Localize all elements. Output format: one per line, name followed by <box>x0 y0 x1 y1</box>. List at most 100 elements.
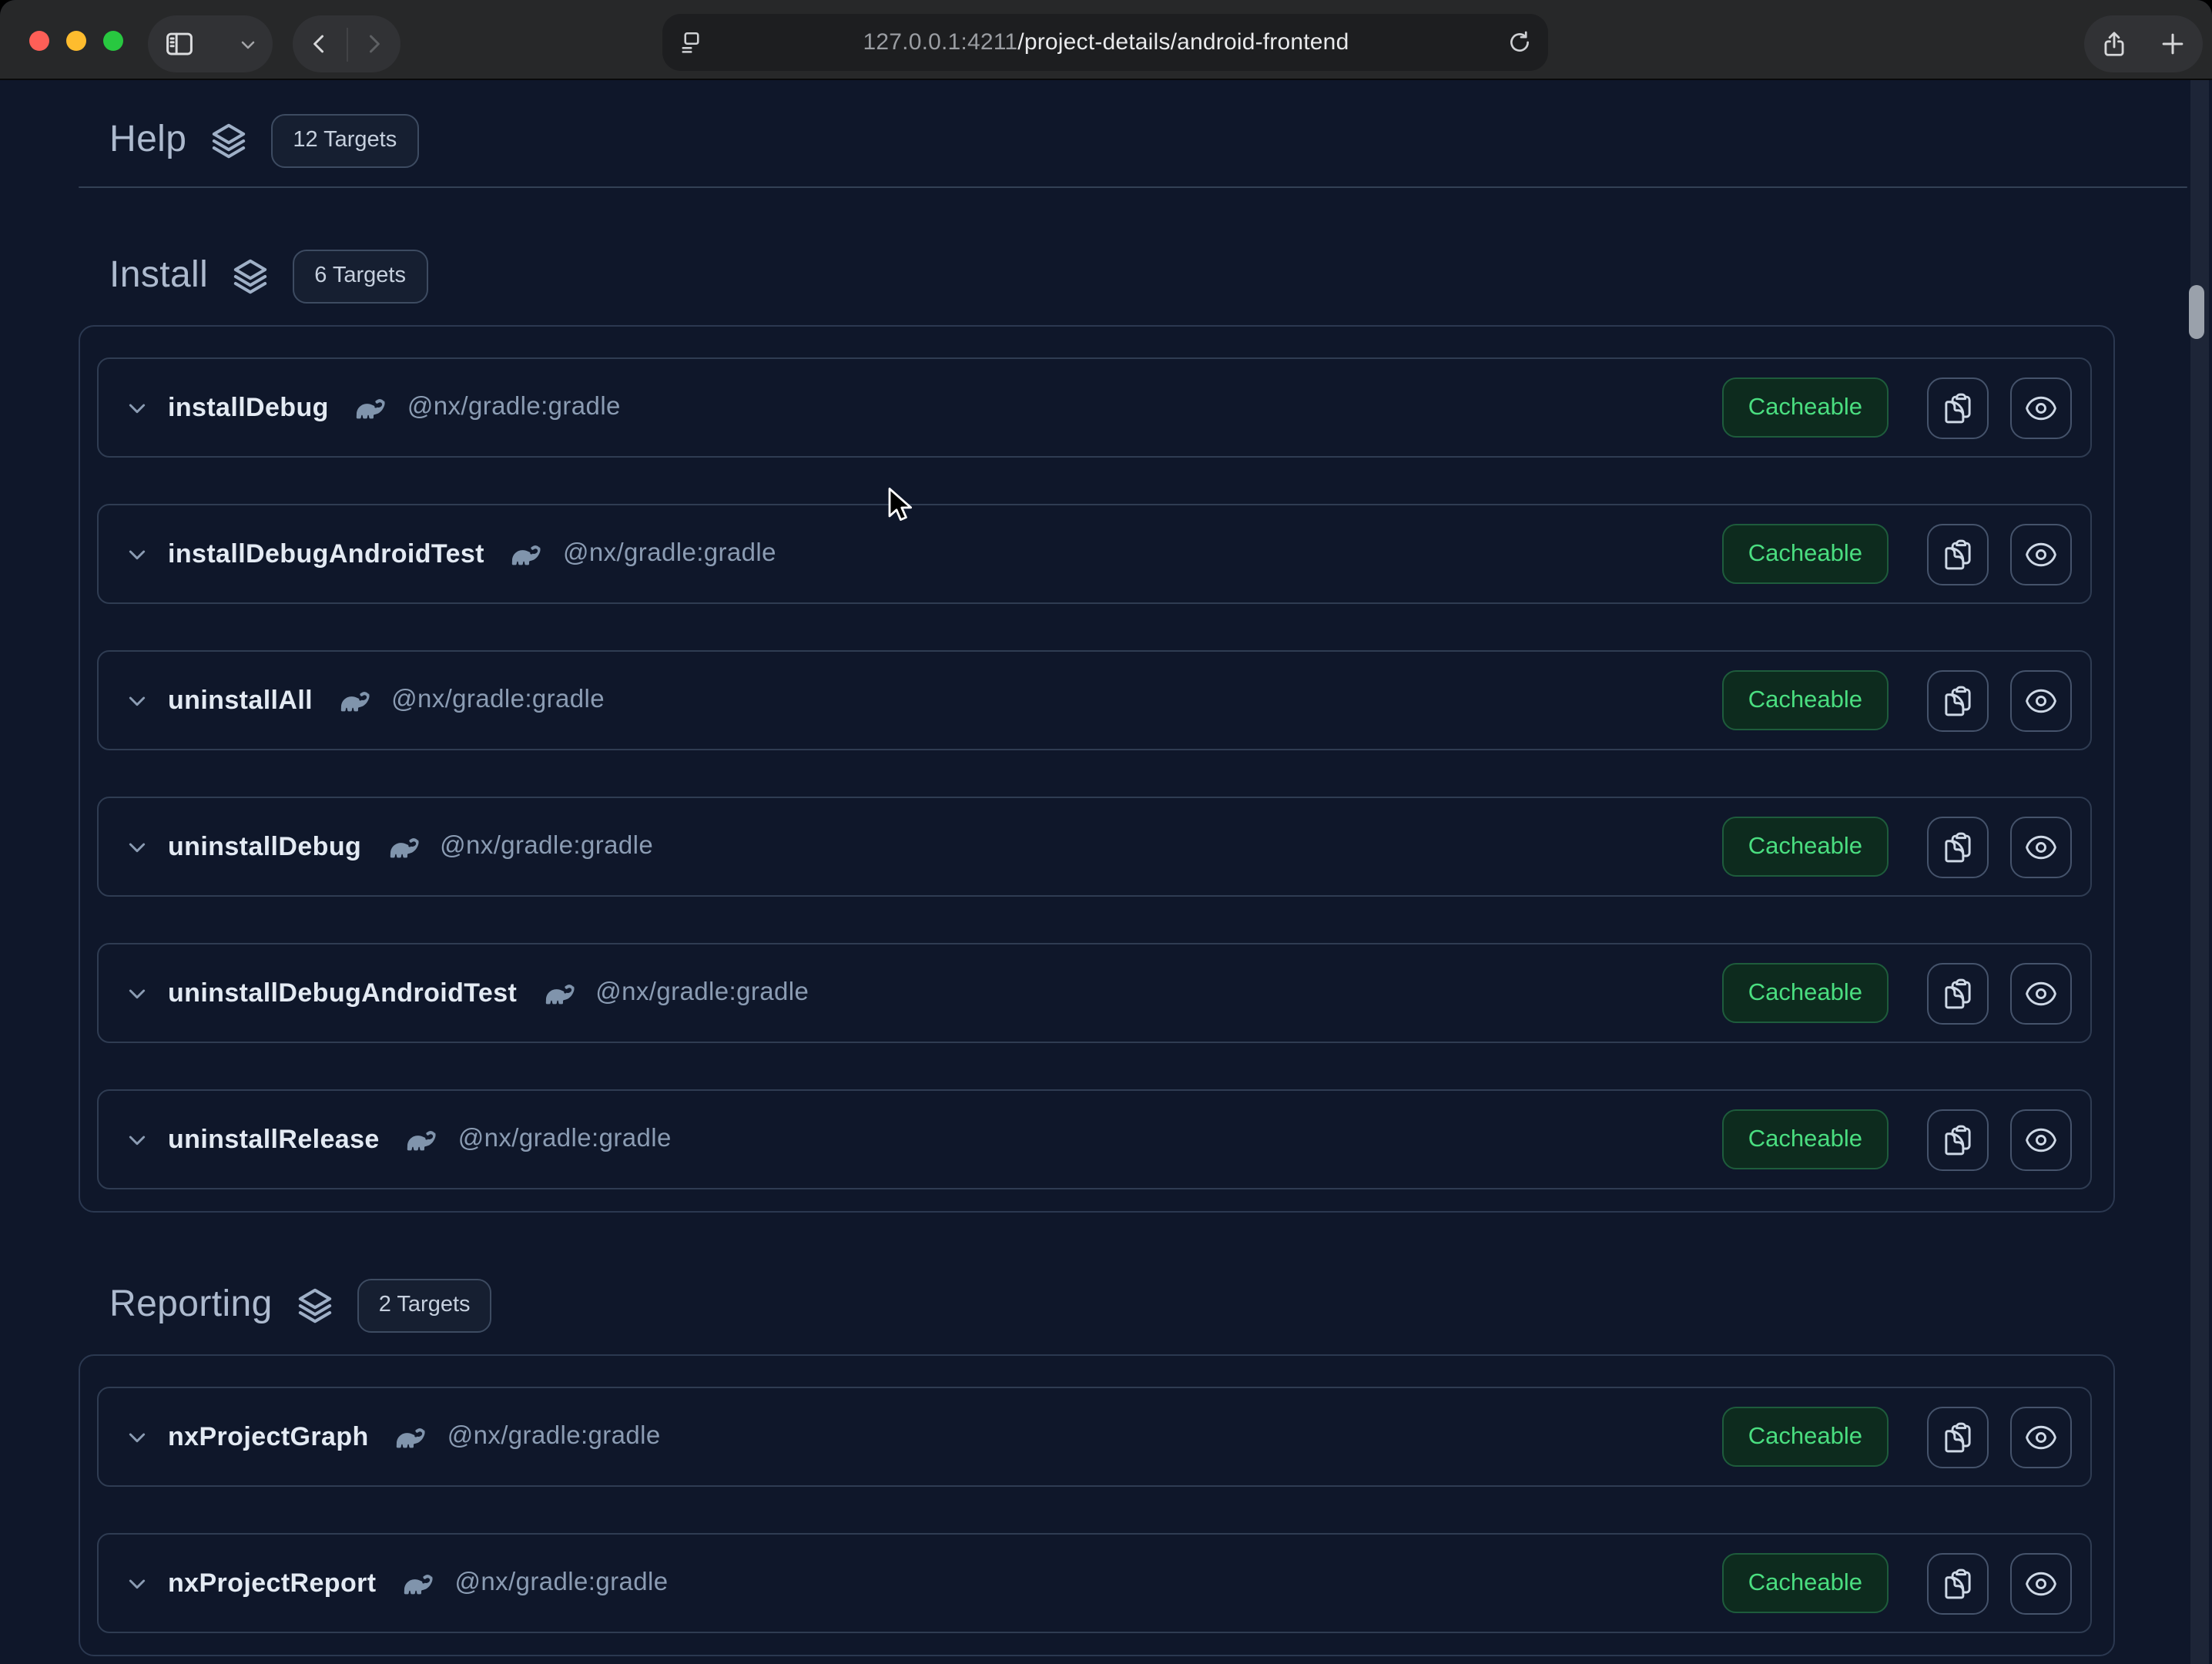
eye-icon <box>2024 830 2058 864</box>
copy-target-button[interactable] <box>1927 1109 1989 1170</box>
clipboard-copy-icon <box>1941 1122 1975 1156</box>
chevron-down-icon[interactable] <box>125 542 149 566</box>
chevron-down-icon[interactable] <box>125 1571 149 1595</box>
layers-icon <box>230 255 271 297</box>
new-tab-button[interactable] <box>2158 29 2187 59</box>
toolbar-right-group <box>2084 15 2203 72</box>
page-content: Help 12 Targets Install 6 <box>0 80 2212 1664</box>
target-count-badge: 6 Targets <box>293 249 427 303</box>
chevron-down-icon[interactable] <box>125 1127 149 1152</box>
window-controls <box>29 30 123 50</box>
chevron-down-icon[interactable] <box>125 395 149 420</box>
clipboard-copy-icon <box>1941 976 1975 1010</box>
target-name: nxProjectReport <box>168 1568 377 1599</box>
target-runner: @nx/gradle:gradle <box>447 1422 661 1451</box>
view-target-button[interactable] <box>2010 523 2072 585</box>
url-path: /project-details/android-frontend <box>1017 29 1349 55</box>
share-button[interactable] <box>2100 29 2129 59</box>
target-list: nxProjectGraph @nx/gradle:gradle Cacheab… <box>79 1354 2115 1656</box>
minimize-button[interactable] <box>66 30 86 50</box>
browser-toolbar: 127.0.0.1:4211/project-details/android-f… <box>0 0 2212 80</box>
target-runner: @nx/gradle:gradle <box>563 539 776 569</box>
section-heading: Reporting 2 Targets <box>109 1277 2212 1333</box>
target-row[interactable]: nxProjectGraph @nx/gradle:gradle Cacheab… <box>97 1387 2092 1487</box>
eye-icon <box>2024 537 2058 571</box>
section-heading: Install 6 Targets <box>109 248 2212 304</box>
clipboard-copy-icon <box>1941 1566 1975 1600</box>
view-target-button[interactable] <box>2010 962 2072 1024</box>
eye-icon <box>2024 1566 2058 1600</box>
browser-window: 127.0.0.1:4211/project-details/android-f… <box>0 0 2212 1664</box>
clipboard-copy-icon <box>1941 391 1975 424</box>
clipboard-copy-icon <box>1941 830 1975 864</box>
view-target-button[interactable] <box>2010 1406 2072 1468</box>
target-runner: @nx/gradle:gradle <box>458 1125 672 1154</box>
copy-target-button[interactable] <box>1927 669 1989 731</box>
target-row[interactable]: uninstallRelease @nx/gradle:gradle Cache… <box>97 1089 2092 1189</box>
copy-target-button[interactable] <box>1927 1552 1989 1614</box>
view-target-button[interactable] <box>2010 377 2072 438</box>
target-name: uninstallDebug <box>168 831 361 862</box>
copy-target-button[interactable] <box>1927 377 1989 438</box>
chevron-down-icon[interactable] <box>125 981 149 1005</box>
target-runner: @nx/gradle:gradle <box>455 1568 669 1598</box>
section-title: Help <box>109 119 186 162</box>
target-name: uninstallAll <box>168 685 313 716</box>
chevron-down-icon[interactable] <box>125 1424 149 1449</box>
gradle-elephant-icon <box>352 390 387 425</box>
sidebar-toggle-icon[interactable] <box>163 28 196 60</box>
layers-icon <box>294 1284 336 1326</box>
target-groups: Help 12 Targets Install 6 <box>0 112 2212 1656</box>
cacheable-badge: Cacheable <box>1722 817 1889 877</box>
back-button[interactable] <box>307 31 333 57</box>
sidebar-toggle-group <box>148 15 273 72</box>
target-row[interactable]: uninstallDebug @nx/gradle:gradle Cacheab… <box>97 797 2092 897</box>
target-row[interactable]: uninstallDebugAndroidTest @nx/gradle:gra… <box>97 943 2092 1043</box>
section-title: Reporting <box>109 1283 273 1327</box>
chevron-down-icon[interactable] <box>125 834 149 859</box>
url-host: 127.0.0.1:4211 <box>863 29 1018 55</box>
target-row[interactable]: installDebugAndroidTest @nx/gradle:gradl… <box>97 504 2092 604</box>
copy-target-button[interactable] <box>1927 523 1989 585</box>
target-name: installDebug <box>168 392 329 423</box>
target-group-section: Reporting 2 Targets nxProjectGraph <box>0 1277 2212 1656</box>
chevron-down-icon[interactable] <box>125 688 149 713</box>
section-title: Install <box>109 254 208 297</box>
scrollbar-track[interactable] <box>2190 80 2209 1664</box>
target-row[interactable]: uninstallAll @nx/gradle:gradle Cacheable <box>97 650 2092 750</box>
target-runner: @nx/gradle:gradle <box>440 832 653 861</box>
close-button[interactable] <box>29 30 49 50</box>
view-target-button[interactable] <box>2010 1109 2072 1170</box>
target-row[interactable]: nxProjectReport @nx/gradle:gradle Cachea… <box>97 1533 2092 1633</box>
cacheable-badge: Cacheable <box>1722 1109 1889 1169</box>
cacheable-badge: Cacheable <box>1722 670 1889 730</box>
cacheable-badge: Cacheable <box>1722 524 1889 584</box>
target-name: installDebugAndroidTest <box>168 538 484 569</box>
copy-target-button[interactable] <box>1927 1406 1989 1468</box>
gradle-elephant-icon <box>403 1122 438 1157</box>
target-name: nxProjectGraph <box>168 1421 369 1452</box>
eye-icon <box>2024 976 2058 1010</box>
screen: 127.0.0.1:4211/project-details/android-f… <box>0 0 2212 1664</box>
reload-button[interactable] <box>1507 29 1533 55</box>
view-target-button[interactable] <box>2010 816 2072 877</box>
target-runner: @nx/gradle:gradle <box>391 686 605 715</box>
gradle-elephant-icon <box>508 536 543 572</box>
clipboard-copy-icon <box>1941 537 1975 571</box>
target-name: uninstallDebugAndroidTest <box>168 978 517 1008</box>
url-text[interactable]: 127.0.0.1:4211/project-details/android-f… <box>705 29 1507 55</box>
target-row[interactable]: installDebug @nx/gradle:gradle Cacheable <box>97 357 2092 458</box>
address-bar[interactable]: 127.0.0.1:4211/project-details/android-f… <box>662 14 1548 71</box>
target-list: installDebug @nx/gradle:gradle Cacheable <box>79 325 2115 1213</box>
page-settings-icon[interactable] <box>678 29 705 56</box>
target-count-badge: 12 Targets <box>271 113 418 167</box>
view-target-button[interactable] <box>2010 669 2072 731</box>
view-target-button[interactable] <box>2010 1552 2072 1614</box>
scrollbar-thumb[interactable] <box>2189 285 2204 339</box>
zoom-button[interactable] <box>103 30 123 50</box>
tab-group-chevron-icon[interactable] <box>239 35 257 53</box>
forward-button[interactable] <box>360 31 387 57</box>
target-group-section: Help 12 Targets <box>0 112 2212 188</box>
copy-target-button[interactable] <box>1927 962 1989 1024</box>
copy-target-button[interactable] <box>1927 816 1989 877</box>
